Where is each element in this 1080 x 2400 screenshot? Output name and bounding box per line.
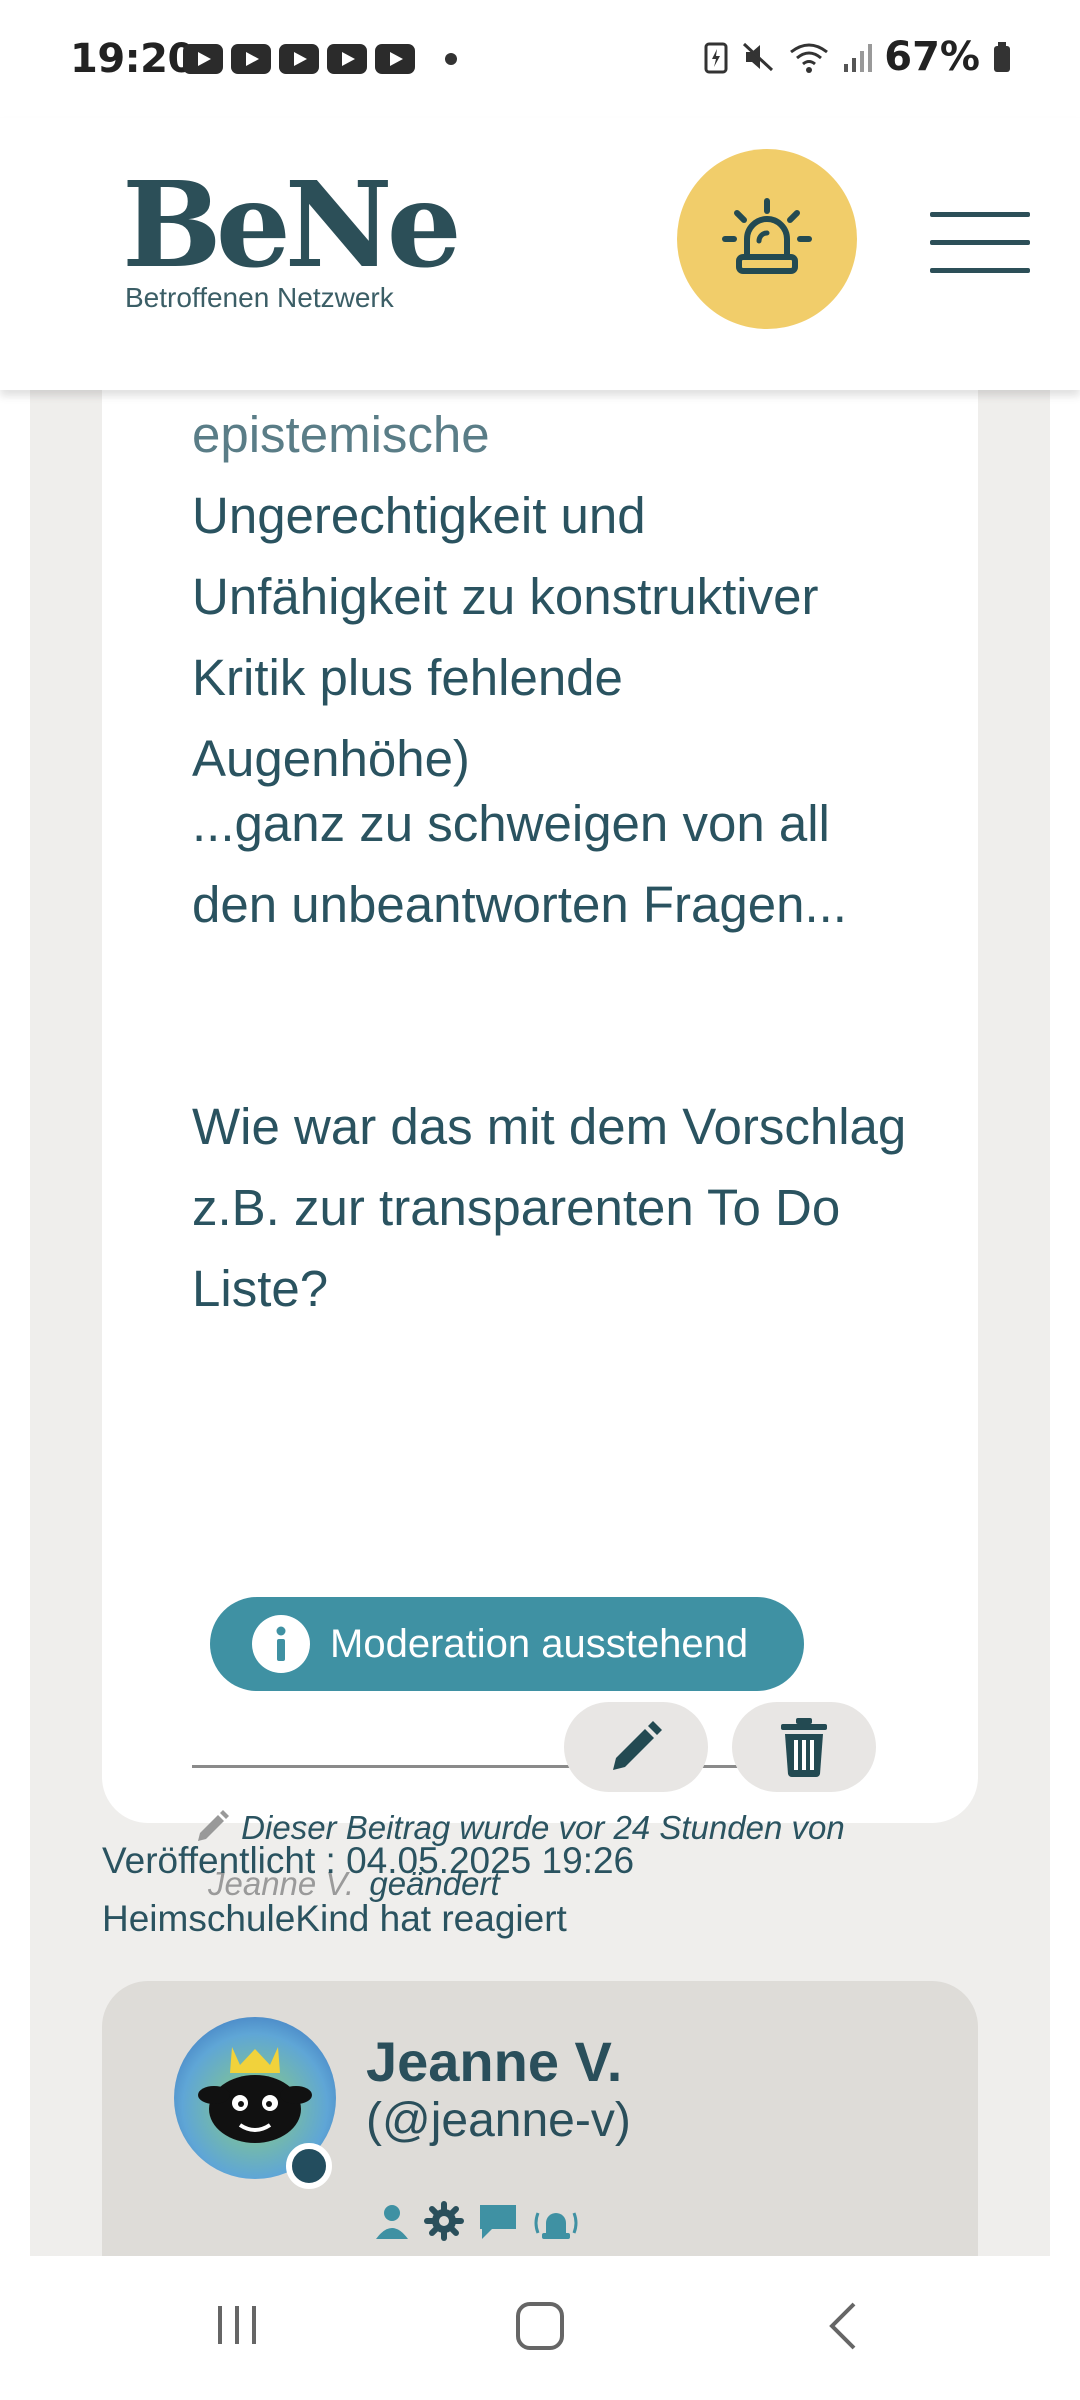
logo-subtitle: Betroffenen Netzwerk — [125, 282, 394, 313]
post-paragraph: Wie war das mit dem Vorschlag z.B. zur t… — [192, 1098, 907, 1317]
logo[interactable]: BeNe — [122, 166, 462, 284]
role-icons — [372, 2201, 580, 2241]
battery-percent: 67% — [884, 34, 980, 80]
status-indicators: 67% — [704, 34, 1012, 80]
flow-icon — [231, 44, 271, 74]
alarm-light-icon — [722, 198, 812, 274]
thread-page: epistemische Ungerechtigkeit und Unfähig… — [30, 390, 1050, 2256]
youtube-icon — [279, 44, 319, 74]
signal-icon — [844, 44, 873, 72]
post-paragraph: Ungerechtigkeit und Unfähigkeit zu konst… — [192, 487, 819, 787]
edit-button[interactable] — [564, 1702, 708, 1792]
youtube-icon — [327, 44, 367, 74]
status-bar: 19:20 67% — [0, 0, 1080, 118]
youtube-icon — [375, 44, 415, 74]
chat-icon[interactable] — [476, 2201, 520, 2241]
site-header: BeNe Betroffenen Netzwerk — [0, 118, 1080, 390]
hamburger-menu-icon[interactable] — [930, 212, 1030, 274]
post-text-line: epistemische — [192, 406, 490, 463]
more-notifications-icon — [445, 53, 457, 65]
author-card: Jeanne V. (@jeanne-v) — [102, 1981, 978, 2256]
user-icon[interactable] — [372, 2201, 412, 2241]
moderation-status-badge[interactable]: Moderation ausstehend — [210, 1597, 804, 1691]
home-icon[interactable] — [514, 2300, 566, 2352]
delete-button[interactable] — [732, 1702, 876, 1792]
battery-icon — [994, 42, 1010, 72]
gear-icon[interactable] — [424, 2201, 464, 2241]
author-handle: (@jeanne-v) — [366, 2094, 631, 2147]
notification-icons — [183, 44, 457, 74]
battery-saver-icon — [704, 42, 728, 74]
back-icon[interactable] — [820, 2300, 866, 2352]
wifi-icon — [790, 43, 829, 73]
trash-icon — [781, 1718, 827, 1777]
moderation-label: Moderation ausstehend — [330, 1621, 749, 1666]
mute-icon — [743, 42, 774, 72]
info-icon — [252, 1615, 310, 1673]
alarm-icon[interactable] — [532, 2201, 580, 2241]
system-navigation-bar — [0, 2256, 1080, 2400]
recent-apps-icon[interactable] — [212, 2300, 262, 2350]
online-status-dot — [286, 2143, 332, 2189]
author-name[interactable]: Jeanne V. — [366, 2029, 622, 2094]
reaction-note: HeimschuleKind hat reagiert — [102, 1898, 567, 1939]
post-paragraph: ...ganz zu schweigen von all den unbeant… — [192, 795, 847, 933]
status-time: 19:20 — [70, 36, 195, 82]
published-date: Veröffentlicht : 04.05.2025 19:26 — [102, 1840, 635, 1881]
youtube-icon — [183, 44, 223, 74]
pencil-icon — [613, 1721, 662, 1770]
post-divider — [192, 1765, 820, 1768]
alarm-button[interactable] — [677, 149, 857, 329]
